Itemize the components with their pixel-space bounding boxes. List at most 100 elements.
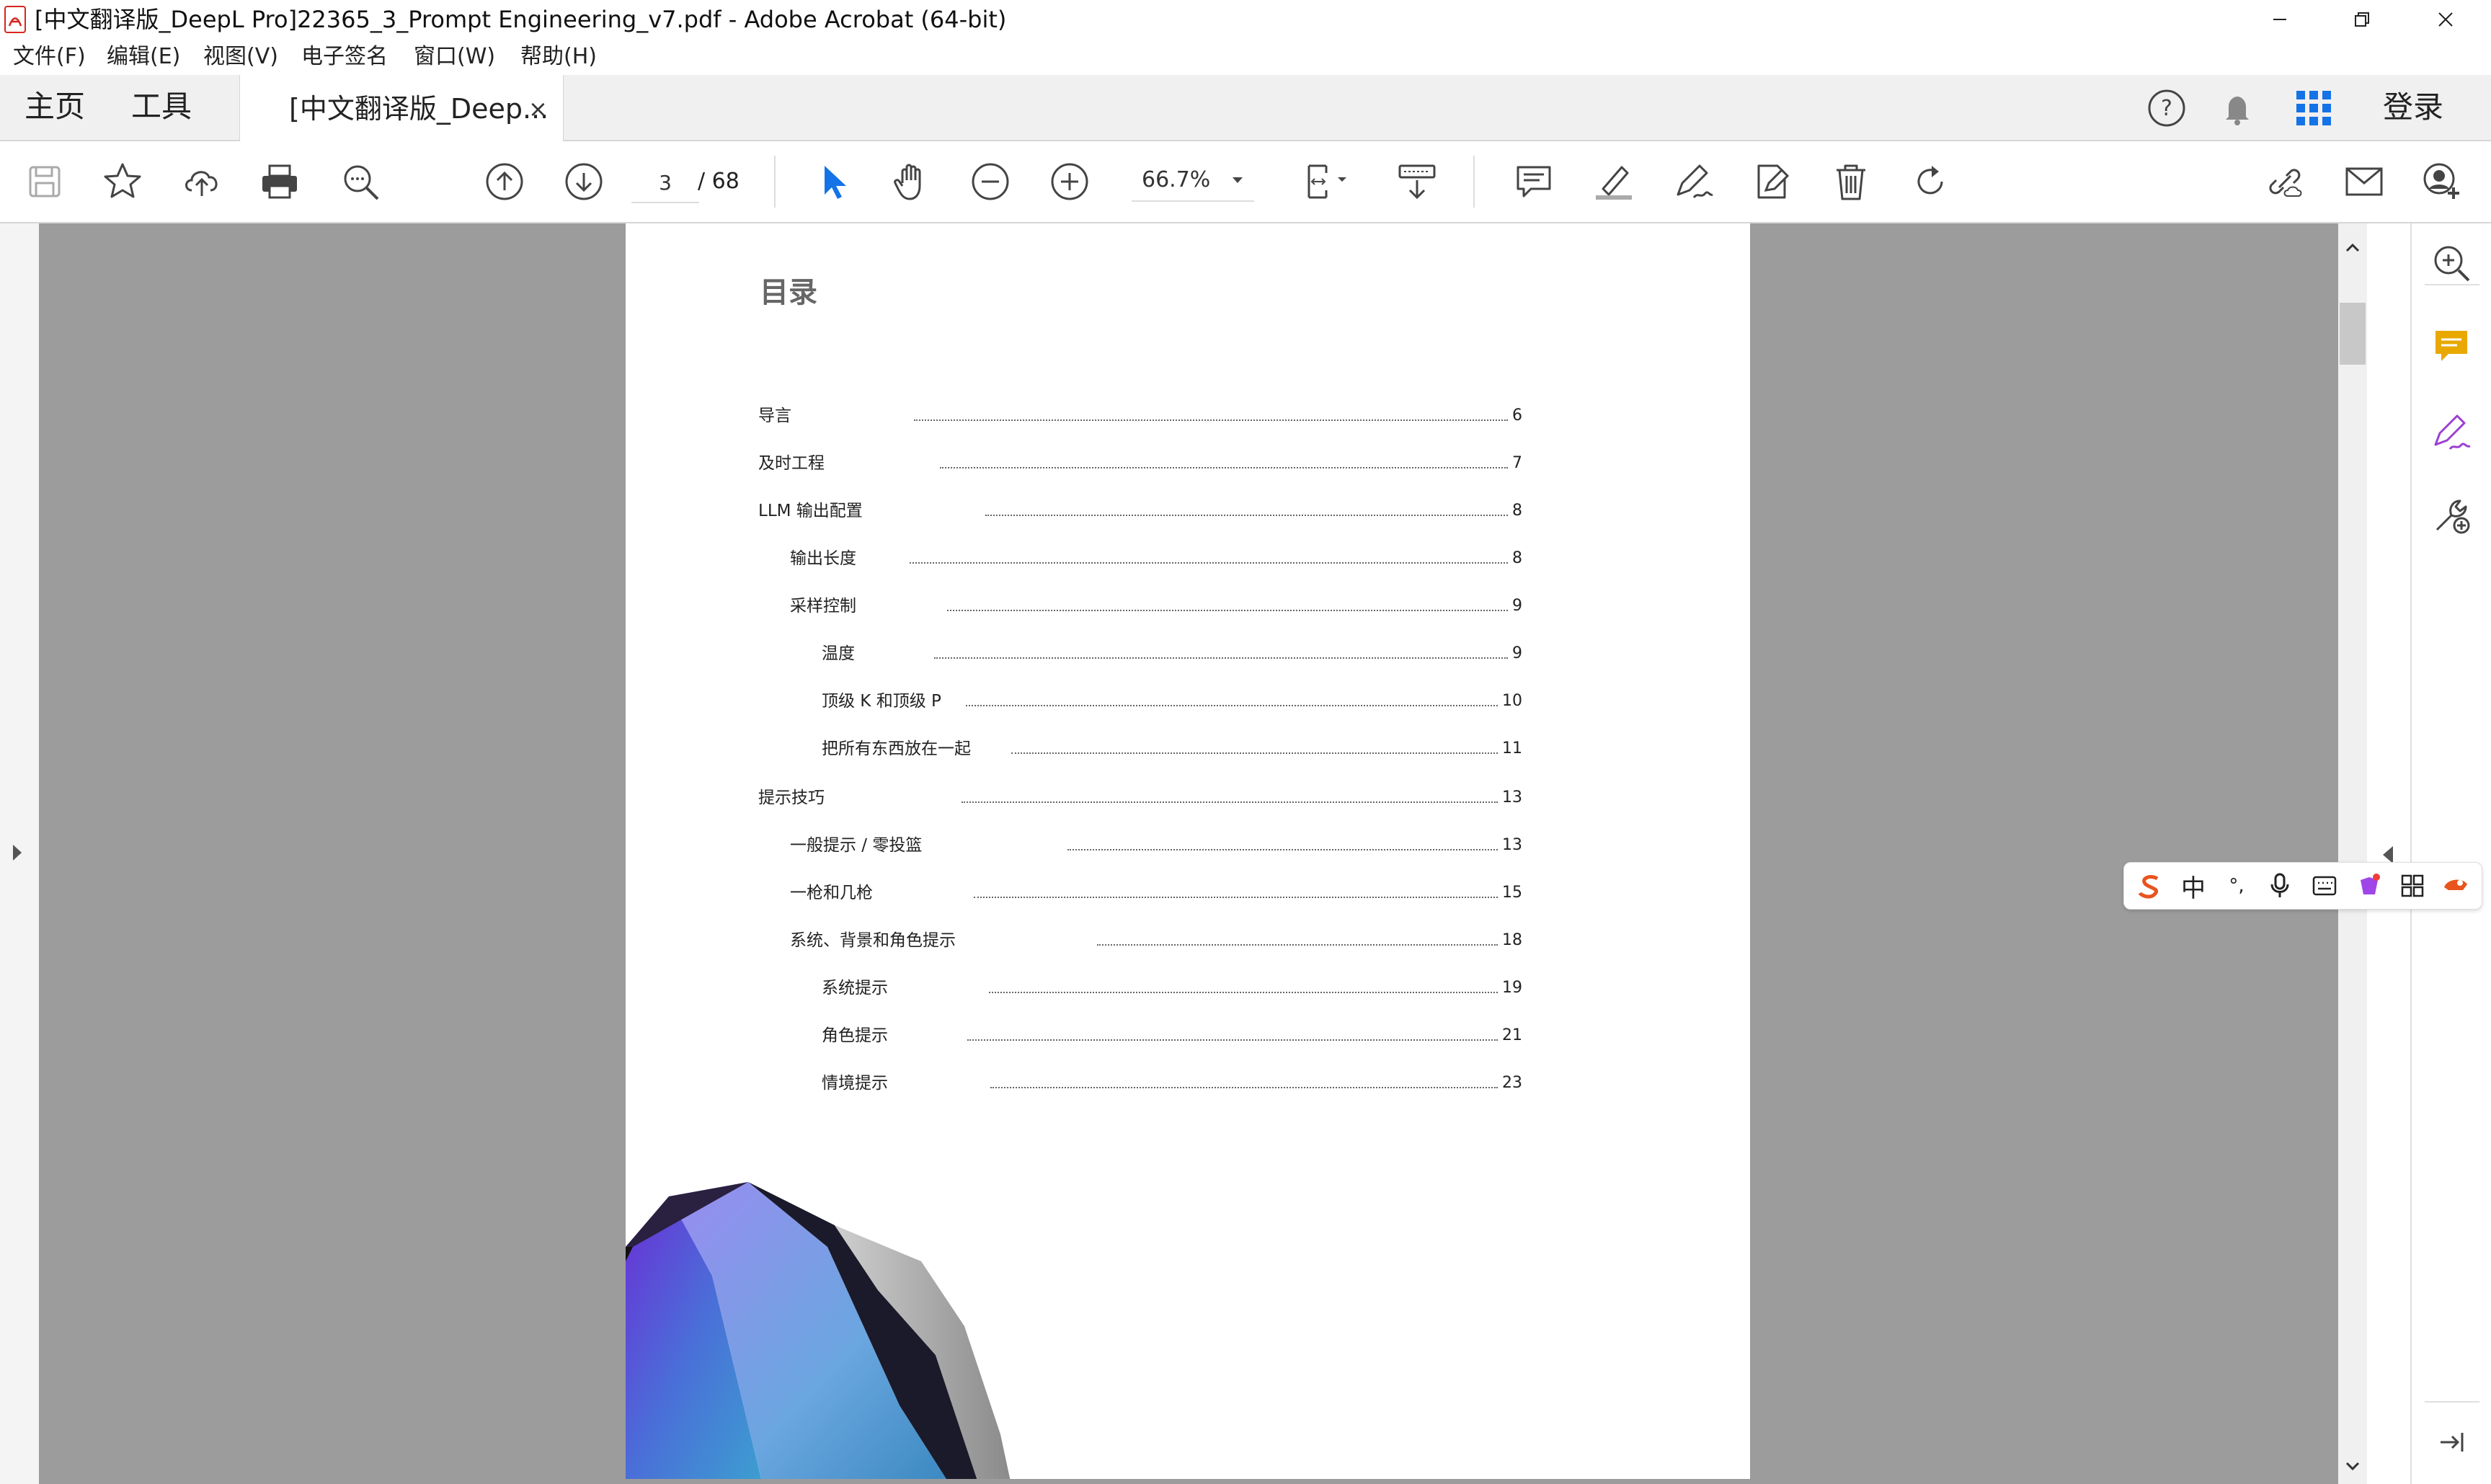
upload-button[interactable] xyxy=(176,156,228,208)
toc-entry[interactable]: 及时工程 7 xyxy=(758,450,1522,474)
ime-punctuation-toggle[interactable]: °, xyxy=(2221,870,2252,902)
tab-tools[interactable]: 工具 xyxy=(131,85,192,128)
more-tools-button[interactable] xyxy=(2426,490,2477,541)
scroll-down-icon[interactable] xyxy=(2344,1459,2361,1473)
ime-mode-toggle[interactable]: 中 xyxy=(2177,870,2209,903)
zoom-in-button[interactable] xyxy=(1044,156,1096,208)
star-icon xyxy=(104,163,141,198)
apps-button[interactable] xyxy=(2291,85,2337,131)
help-button[interactable]: ? xyxy=(2145,86,2188,130)
toc-entry[interactable]: 一般提示 / 零投篮 13 xyxy=(790,832,1522,856)
highlight-button[interactable] xyxy=(1587,156,1639,208)
comment-icon xyxy=(1517,166,1551,197)
toc-entry[interactable]: 系统、背景和角色提示 18 xyxy=(790,927,1522,951)
menu-esign[interactable]: 电子签名 xyxy=(301,42,388,72)
next-page-button[interactable] xyxy=(558,156,610,208)
tab-home[interactable]: 主页 xyxy=(25,85,85,128)
pdf-page: 目录 导言 6 及时工程 7 LLM 输出配置 8 输出长度 8 采样控制 9 温度 9 顶… xyxy=(626,223,1750,1479)
trash-icon xyxy=(1837,164,1865,200)
collapse-panel-button[interactable] xyxy=(2426,1417,2477,1467)
keyboard-scroll-icon xyxy=(1398,164,1436,200)
comment-button[interactable] xyxy=(1508,156,1560,208)
left-panel-strip[interactable] xyxy=(0,223,39,1484)
enhance-scan-button[interactable] xyxy=(2426,238,2477,288)
toc-entry[interactable]: 采样控制 9 xyxy=(790,592,1522,617)
minimize-button[interactable] xyxy=(2240,0,2319,39)
print-button[interactable] xyxy=(254,156,306,208)
skin-icon[interactable] xyxy=(2353,870,2385,902)
toc-entry[interactable]: 导言 6 xyxy=(758,402,1522,427)
restore-icon xyxy=(2355,12,2369,27)
acrobat-logo-icon xyxy=(4,6,26,33)
microphone-icon[interactable] xyxy=(2264,870,2296,902)
sogou-logo-icon[interactable] xyxy=(2134,870,2166,902)
toolbox-grid-icon[interactable] xyxy=(2397,870,2428,902)
save-button[interactable] xyxy=(19,156,71,208)
page-number-input[interactable] xyxy=(631,163,699,203)
scroll-up-icon[interactable] xyxy=(2344,241,2361,255)
fit-page-icon xyxy=(1307,164,1346,199)
add-user-button[interactable] xyxy=(2416,156,2468,208)
arrow-right-bar-icon xyxy=(2441,1433,2464,1452)
toc-entry[interactable]: 提示技巧 13 xyxy=(758,784,1522,809)
decorative-crystal-graphic xyxy=(626,1182,1011,1479)
toc-entry[interactable]: 一枪和几枪 15 xyxy=(790,879,1522,904)
notifications-button[interactable] xyxy=(2216,86,2259,130)
signature-pen-icon xyxy=(2434,414,2471,450)
page-fit-button[interactable] xyxy=(1295,156,1367,208)
select-tool-button[interactable] xyxy=(807,156,859,208)
toc-entry[interactable]: 输出长度 8 xyxy=(790,545,1522,569)
delete-button[interactable] xyxy=(1825,156,1877,208)
ime-toolbar: 中 °, xyxy=(2123,862,2482,910)
email-button[interactable] xyxy=(2338,156,2390,208)
previous-page-button[interactable] xyxy=(479,156,530,208)
toolbar-divider xyxy=(774,156,776,208)
rotate-button[interactable] xyxy=(1904,156,1956,208)
edit-pdf-button[interactable] xyxy=(1746,156,1798,208)
help-icon: ? xyxy=(2148,89,2185,127)
pen-draw-icon xyxy=(1677,164,1713,199)
panel-divider xyxy=(2425,1401,2479,1403)
menu-file[interactable]: 文件(F) xyxy=(13,42,86,72)
minus-circle-icon xyxy=(972,163,1009,200)
rotate-icon xyxy=(1917,166,1943,195)
arrow-down-circle-icon xyxy=(565,163,603,200)
comment-yellow-icon xyxy=(2436,331,2467,361)
menu-view[interactable]: 视图(V) xyxy=(203,42,278,72)
mascot-icon[interactable] xyxy=(2440,870,2472,902)
toc-entry[interactable]: 顶级 K 和顶级 P 10 xyxy=(822,688,1522,712)
apps-grid-icon xyxy=(2296,91,2331,125)
menu-edit[interactable]: 编辑(E) xyxy=(107,42,180,72)
share-link-button[interactable] xyxy=(2259,156,2311,208)
toc-entry[interactable]: 把所有东西放在一起 11 xyxy=(822,735,1522,760)
svg-text:?: ? xyxy=(2161,96,2172,121)
restore-button[interactable] xyxy=(2322,0,2402,39)
scroll-mode-button[interactable] xyxy=(1391,156,1443,208)
tab-document[interactable]: [中文翻译版_Deep... × xyxy=(239,75,564,141)
bookmark-button[interactable] xyxy=(97,156,148,208)
search-icon xyxy=(344,165,379,200)
hand-icon xyxy=(894,164,921,200)
login-button[interactable]: 登录 xyxy=(2383,86,2443,128)
add-user-icon xyxy=(2423,163,2459,199)
toc-entry[interactable]: 系统提示 19 xyxy=(822,974,1522,999)
toc-entry[interactable]: LLM 输出配置 8 xyxy=(758,497,1522,522)
zoom-out-button[interactable] xyxy=(964,156,1016,208)
close-tab-button[interactable]: × xyxy=(528,92,548,125)
plus-circle-icon xyxy=(1051,163,1088,200)
comment-panel-button[interactable] xyxy=(2426,321,2477,372)
toc-entry[interactable]: 温度 9 xyxy=(822,640,1522,665)
draw-button[interactable] xyxy=(1666,156,1718,208)
menu-window[interactable]: 窗口(W) xyxy=(414,42,495,72)
keyboard-icon[interactable] xyxy=(2309,870,2340,902)
zoom-search-icon xyxy=(2434,246,2470,282)
menu-help[interactable]: 帮助(H) xyxy=(520,42,597,72)
expand-left-panel-icon xyxy=(13,845,22,861)
zoom-select[interactable]: 66.7% xyxy=(1132,160,1254,202)
scrollbar-thumb[interactable] xyxy=(2340,303,2366,365)
fill-sign-button[interactable] xyxy=(2426,408,2477,458)
close-window-button[interactable] xyxy=(2406,0,2485,39)
vertical-scrollbar[interactable] xyxy=(2338,223,2367,1484)
hand-tool-button[interactable] xyxy=(885,156,937,208)
find-button[interactable] xyxy=(334,156,386,208)
